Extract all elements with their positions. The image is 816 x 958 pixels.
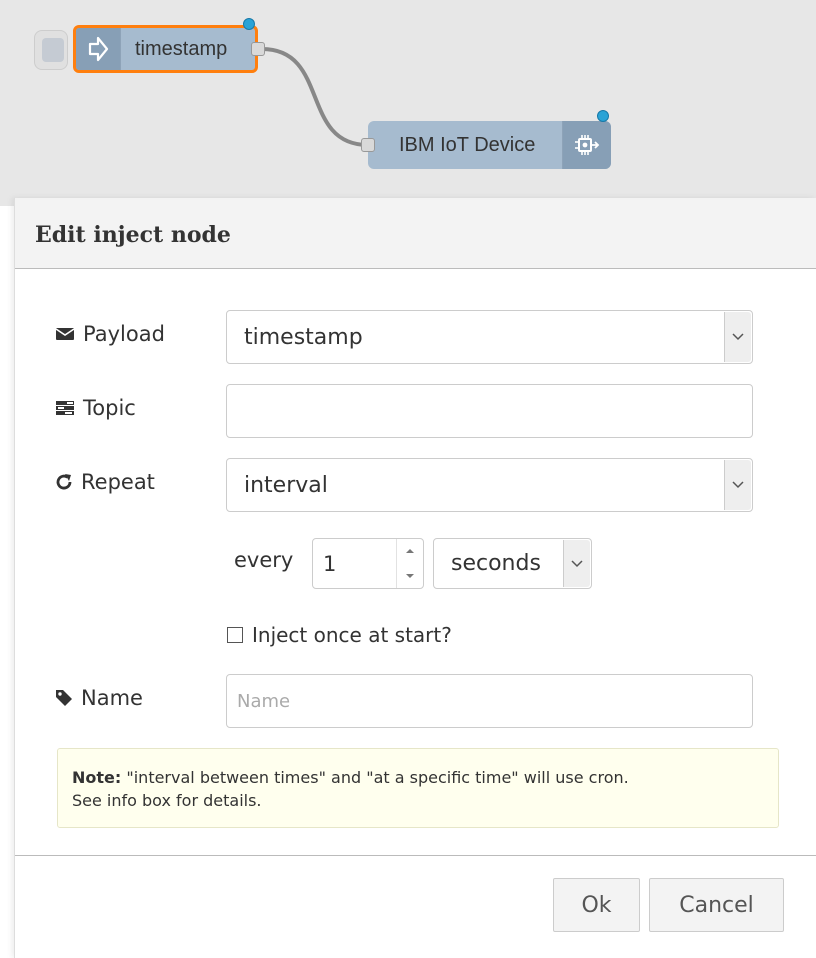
name-input[interactable] [226, 674, 753, 728]
inject-once-label: Inject once at start? [252, 623, 452, 647]
iot-node-changed-indicator [597, 110, 609, 122]
repeat-type-select[interactable]: interval [226, 458, 753, 512]
interval-count-spinner[interactable]: 1 [312, 538, 424, 589]
spinner-down-icon[interactable] [397, 564, 423, 589]
chip-icon [562, 121, 611, 169]
every-label: every [234, 548, 294, 572]
ibm-iot-device-node[interactable]: IBM IoT Device [368, 121, 611, 169]
tag-icon [56, 690, 72, 706]
spinner-up-icon[interactable] [397, 539, 423, 564]
payload-label: Payload [55, 322, 165, 346]
iot-node-input-port[interactable] [361, 138, 375, 152]
name-label: Name [55, 686, 143, 710]
topic-label: Topic [55, 396, 136, 420]
inject-node[interactable]: timestamp [73, 25, 258, 73]
arrow-right-icon [76, 28, 121, 70]
inject-node-output-port[interactable] [251, 42, 265, 56]
envelope-icon [55, 328, 75, 340]
tasks-icon [56, 401, 74, 415]
dialog-footer-divider [15, 855, 816, 856]
cron-note: Note: "interval between times" and "at a… [57, 748, 779, 828]
repeat-icon [56, 474, 72, 490]
repeat-label: Repeat [55, 470, 155, 494]
dialog-title: Edit inject node [15, 198, 816, 269]
chevron-down-icon [724, 460, 751, 510]
inject-once-checkbox[interactable] [227, 627, 243, 643]
inject-node-label: timestamp [135, 37, 228, 60]
interval-unit-select[interactable]: seconds [433, 538, 592, 589]
iot-node-label: IBM IoT Device [399, 133, 536, 156]
ok-button[interactable]: Ok [553, 878, 640, 932]
inject-node-changed-indicator [243, 18, 255, 30]
inject-trigger-button[interactable] [34, 30, 68, 70]
topic-input[interactable] [226, 384, 753, 438]
edit-dialog: Edit inject node Payload timestamp Topic [14, 198, 816, 958]
chevron-down-icon [563, 540, 590, 587]
payload-type-select[interactable]: timestamp [226, 310, 753, 364]
inject-once-row[interactable]: Inject once at start? [227, 623, 452, 647]
chevron-down-icon [724, 312, 751, 362]
cancel-button[interactable]: Cancel [649, 878, 784, 932]
flow-canvas[interactable]: timestamp IBM IoT Device [0, 0, 816, 206]
